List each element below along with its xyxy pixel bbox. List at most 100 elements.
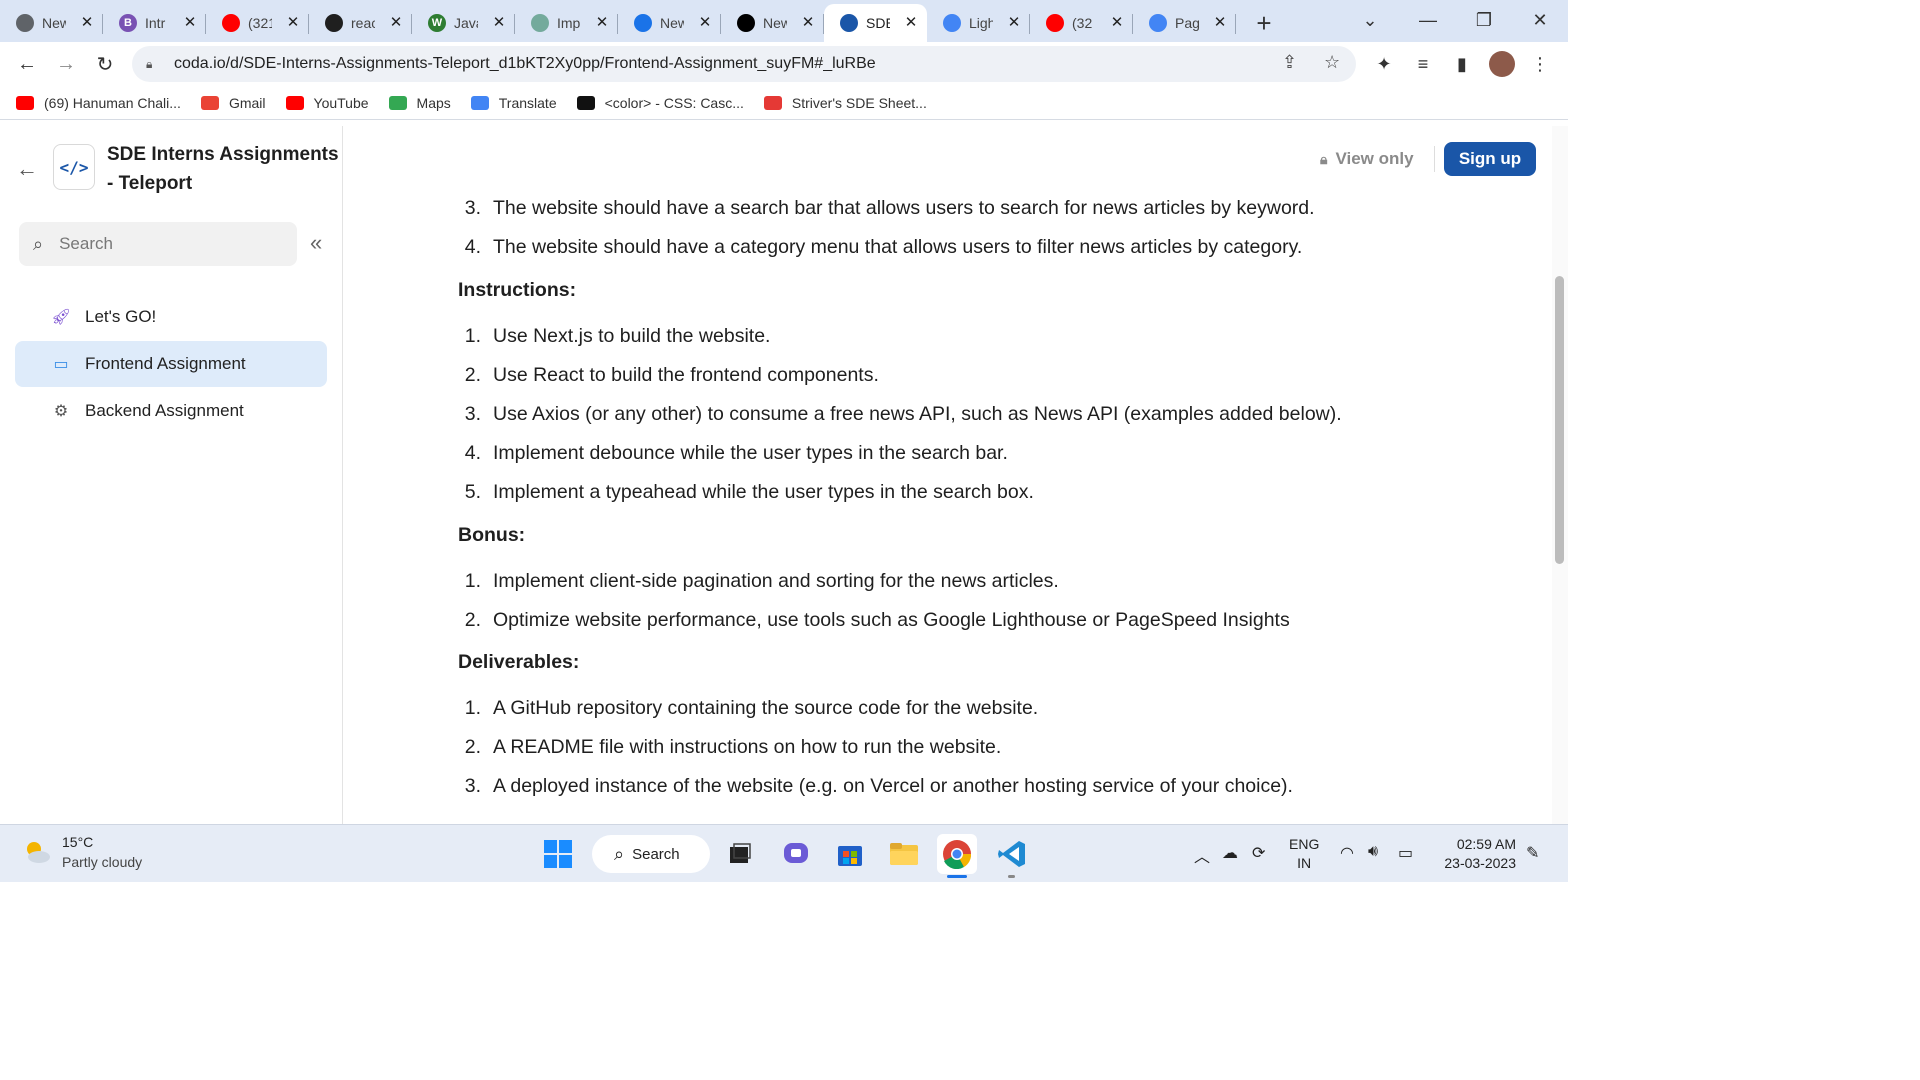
close-tab-icon[interactable]: ✕: [1109, 15, 1125, 31]
browser-tab[interactable]: SDE ✕: [824, 4, 927, 42]
bookmark-item[interactable]: <color> - CSS: Casc...: [576, 94, 744, 111]
close-tab-icon[interactable]: ✕: [800, 15, 816, 31]
close-tab-icon[interactable]: ✕: [1212, 15, 1228, 31]
browser-tab[interactable]: W Java ✕: [412, 4, 515, 42]
close-window-button[interactable]: ✕: [1512, 0, 1568, 40]
list-item: 3. The website should have a search bar t…: [458, 194, 1315, 222]
reload-button[interactable]: ↻: [87, 46, 123, 82]
bookmark-item[interactable]: Striver's SDE Sheet...: [763, 95, 927, 111]
browser-tab[interactable]: reac ✕: [309, 4, 412, 42]
forward-button[interactable]: →: [48, 46, 84, 82]
view-only-indicator: 🔒︎ View only: [1320, 142, 1414, 176]
bookmark-label: (69) Hanuman Chali...: [44, 94, 181, 111]
list-number: 1.: [464, 324, 481, 347]
bookmark-star-icon[interactable]: ☆: [1324, 52, 1340, 73]
show-hidden-icons-chevron-icon[interactable]: ︿: [1194, 843, 1210, 867]
bookmark-item[interactable]: Translate: [470, 95, 557, 111]
rocket-icon: 🚀︎: [50, 309, 72, 326]
temperature[interactable]: 15°C: [62, 834, 93, 850]
share-icon[interactable]: ⇪: [1282, 52, 1297, 73]
close-tab-icon[interactable]: ✕: [182, 15, 198, 31]
bookmark-label: <color> - CSS: Casc...: [604, 94, 744, 111]
back-arrow-icon[interactable]: ←: [16, 156, 38, 182]
taskbar-search[interactable]: ⌕ Search: [592, 835, 710, 873]
url-text[interactable]: coda.io/d/SDE-Interns-Assignments-Telepo…: [174, 55, 876, 73]
restore-button[interactable]: ❐: [1456, 0, 1512, 40]
browser-tab[interactable]: Pag ✕: [1133, 4, 1236, 42]
partly-cloudy-icon[interactable]: [22, 837, 52, 867]
bookmark-item[interactable]: YouTube: [285, 95, 369, 111]
monitor-icon: ▭: [53, 356, 69, 373]
sign-up-button[interactable]: Sign up: [1444, 142, 1536, 176]
collapse-sidebar-icon[interactable]: «: [310, 230, 322, 256]
close-tab-icon[interactable]: ✕: [491, 15, 507, 31]
lock-icon[interactable]: 🔒︎: [146, 57, 160, 71]
bookmark-item[interactable]: Maps: [388, 95, 451, 111]
browser-tab[interactable]: (32 ✕: [1030, 4, 1133, 42]
close-tab-icon[interactable]: ✕: [1006, 15, 1022, 31]
scrollbar-thumb[interactable]: [1555, 276, 1564, 564]
coda-page: ← </> SDE Interns Assignments - Teleport…: [0, 126, 1568, 824]
browser-tab[interactable]: (321 ✕: [206, 4, 309, 42]
search-icon: ⌕: [614, 843, 625, 864]
bookmark-item[interactable]: Gmail: [200, 95, 266, 111]
browser-tab[interactable]: Imp ✕: [515, 4, 618, 42]
list-item: 2. A README file with instructions on how…: [458, 733, 1002, 761]
sidebar-page-item[interactable]: ⚙ Backend Assignment: [15, 388, 327, 434]
onedrive-cloud-icon[interactable]: ☁: [1222, 843, 1238, 863]
bookmark-item[interactable]: (69) Hanuman Chali...: [16, 95, 181, 111]
list-number: 5.: [464, 480, 481, 503]
browser-tab[interactable]: New ✕: [721, 4, 824, 42]
chrome-taskbar-icon[interactable]: [937, 834, 977, 878]
profile-avatar[interactable]: [1484, 46, 1520, 82]
region-code: IN: [1297, 855, 1312, 871]
vscode-icon[interactable]: [992, 834, 1032, 878]
task-view-icon[interactable]: [720, 834, 760, 874]
close-tab-icon[interactable]: ✕: [697, 15, 713, 31]
deliverables-heading: Deliverables:: [458, 651, 580, 673]
list-item: 3. Use Axios (or any other) to consume a …: [458, 400, 1342, 428]
menu-kebab-icon[interactable]: ⋮: [1522, 46, 1558, 82]
close-tab-icon[interactable]: ✕: [903, 15, 919, 31]
notifications-icon[interactable]: ✎: [1526, 843, 1539, 863]
sync-icon[interactable]: ⟳: [1252, 843, 1265, 863]
list-text: Implement debounce while the user types …: [493, 441, 1008, 464]
doc-search-input[interactable]: ⌕ Search: [19, 222, 297, 266]
browser-tab[interactable]: Ligh ✕: [927, 4, 1030, 42]
sidebar-page-item[interactable]: ▭ Frontend Assignment: [15, 341, 327, 387]
back-button[interactable]: ←: [9, 46, 45, 82]
bookmark-favicon-icon: [388, 95, 407, 110]
extensions-puzzle-icon[interactable]: ✦: [1366, 46, 1402, 82]
browser-tab[interactable]: B Intr ✕: [103, 4, 206, 42]
input-language[interactable]: ENG IN: [1289, 835, 1319, 873]
github-icon: [325, 14, 343, 32]
minimize-button[interactable]: —: [1400, 0, 1456, 40]
new-tab-button[interactable]: +: [1244, 4, 1284, 42]
list-text: Use Axios (or any other) to consume a fr…: [493, 402, 1342, 425]
side-panel-icon[interactable]: ▮: [1444, 46, 1480, 82]
address-bar[interactable]: 🔒︎ coda.io/d/SDE-Interns-Assignments-Tel…: [132, 46, 1356, 82]
battery-icon[interactable]: ▭: [1398, 843, 1413, 863]
volume-icon[interactable]: 🔊︎: [1368, 843, 1378, 861]
windows-start-icon[interactable]: [538, 834, 578, 874]
time: 02:59 AM: [1456, 836, 1516, 852]
browser-tab[interactable]: New ✕: [618, 4, 721, 42]
microsoft-store-icon[interactable]: [830, 834, 870, 874]
browser-tab[interactable]: New ✕: [0, 4, 103, 42]
sidebar-page-item[interactable]: 🚀︎ Let's GO!: [15, 294, 327, 340]
weather-condition[interactable]: Partly cloudy: [62, 854, 142, 870]
bookmark-favicon-icon: [576, 95, 595, 110]
close-tab-icon[interactable]: ✕: [79, 15, 95, 31]
teams-chat-icon[interactable]: [776, 834, 816, 874]
clock[interactable]: 02:59 AM 23-03-2023: [1438, 835, 1516, 873]
close-tab-icon[interactable]: ✕: [594, 15, 610, 31]
close-tab-icon[interactable]: ✕: [285, 15, 301, 31]
file-explorer-icon[interactable]: [884, 834, 924, 874]
close-tab-icon[interactable]: ✕: [388, 15, 404, 31]
list-text: Use Next.js to build the website.: [493, 324, 771, 347]
tab-search-chevron-icon[interactable]: ⌄: [1342, 0, 1398, 40]
media-queue-icon[interactable]: ≡: [1405, 46, 1441, 82]
bookmark-favicon-icon: [470, 95, 489, 110]
bookmark-favicon-icon: [16, 95, 34, 110]
wifi-icon[interactable]: ◠: [1340, 843, 1354, 863]
